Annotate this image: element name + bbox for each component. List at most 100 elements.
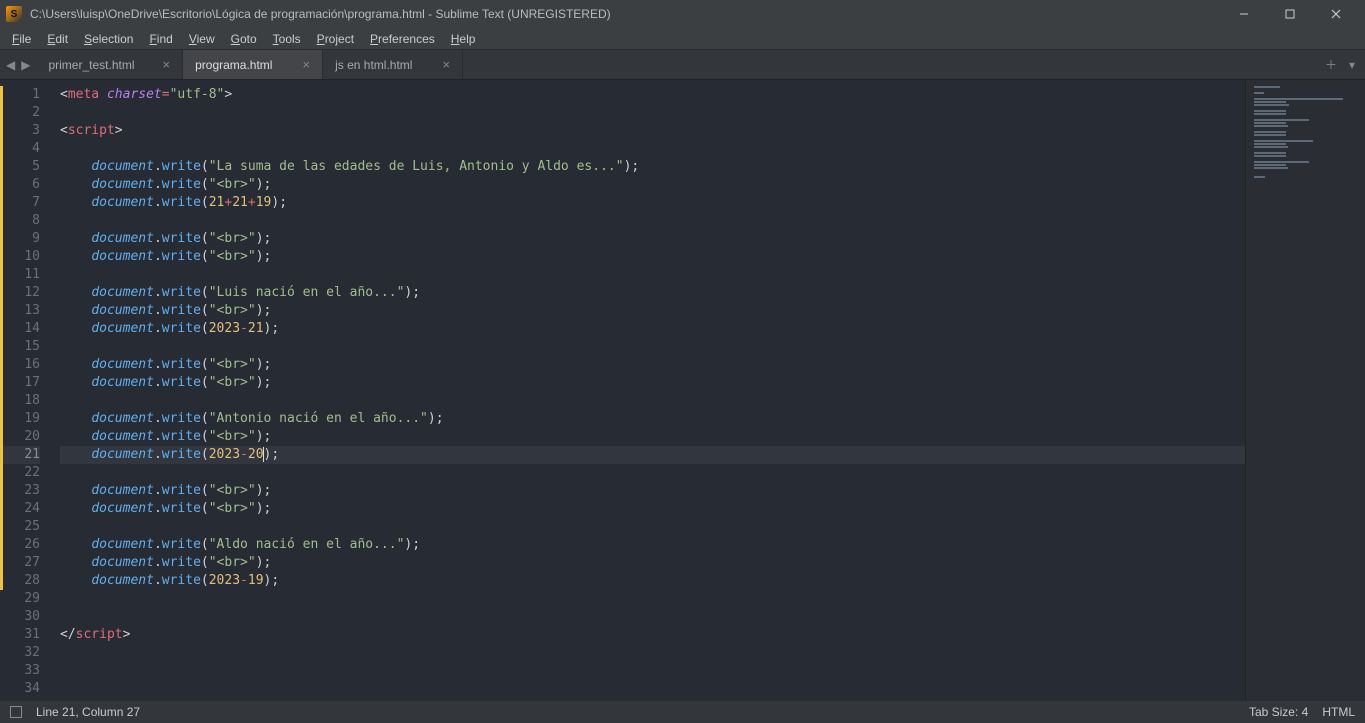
code-line[interactable]: document.write("<br>"); [60,248,1245,266]
code-line[interactable]: document.write(2023-20); [60,446,1245,464]
line-number[interactable]: 13 [0,302,40,320]
code-line[interactable]: document.write("<br>"); [60,554,1245,572]
tab-prev-icon[interactable]: ◀ [6,58,15,72]
code-line[interactable] [60,590,1245,608]
code-line[interactable]: document.write("<br>"); [60,374,1245,392]
code-line[interactable]: document.write("<br>"); [60,302,1245,320]
line-number[interactable]: 10 [0,248,40,266]
code-line[interactable] [60,392,1245,410]
code-editor[interactable]: <meta charset="utf-8"> <script> document.… [50,80,1245,701]
tab-close-icon[interactable]: × [163,57,171,72]
line-number[interactable]: 21 [0,446,40,464]
menu-goto[interactable]: Goto [223,30,265,48]
line-number[interactable]: 1 [0,86,40,104]
line-number[interactable]: 14 [0,320,40,338]
code-line[interactable]: document.write("<br>"); [60,176,1245,194]
line-number[interactable]: 18 [0,392,40,410]
minimap[interactable] [1245,80,1365,701]
minimize-button[interactable] [1221,0,1267,28]
line-number[interactable]: 31 [0,626,40,644]
code-line[interactable]: document.write(2023-19); [60,572,1245,590]
code-line[interactable]: document.write(21+21+19); [60,194,1245,212]
menu-view[interactable]: View [181,30,223,48]
line-number[interactable]: 32 [0,644,40,662]
new-tab-icon[interactable]: ＋ [1325,56,1337,73]
line-gutter[interactable]: 1234567891011121314151617181920212223242… [0,80,50,701]
code-line[interactable]: document.write("Antonio nació en el año.… [60,410,1245,428]
line-number[interactable]: 3 [0,122,40,140]
line-number[interactable]: 7 [0,194,40,212]
tab-next-icon[interactable]: ▶ [21,58,30,72]
tab-close-icon[interactable]: × [443,57,451,72]
code-line[interactable] [60,104,1245,122]
line-number[interactable]: 6 [0,176,40,194]
code-line[interactable]: document.write("Luis nació en el año..."… [60,284,1245,302]
line-number[interactable]: 34 [0,680,40,698]
line-number[interactable]: 27 [0,554,40,572]
code-line[interactable] [60,518,1245,536]
menu-preferences[interactable]: Preferences [362,30,443,48]
code-line[interactable]: document.write(2023-21); [60,320,1245,338]
line-number[interactable]: 23 [0,482,40,500]
line-number[interactable]: 4 [0,140,40,158]
line-number[interactable]: 2 [0,104,40,122]
line-number[interactable]: 17 [0,374,40,392]
line-number[interactable]: 33 [0,662,40,680]
code-line[interactable] [60,644,1245,662]
menu-file[interactable]: File [4,30,39,48]
code-line[interactable] [60,464,1245,482]
code-line[interactable]: document.write("<br>"); [60,356,1245,374]
line-number[interactable]: 28 [0,572,40,590]
tab-menu-icon[interactable]: ▾ [1349,58,1355,72]
line-number[interactable]: 29 [0,590,40,608]
line-number[interactable]: 11 [0,266,40,284]
menu-edit[interactable]: Edit [39,30,76,48]
menu-tools[interactable]: Tools [265,30,309,48]
code-line[interactable]: <script> [60,122,1245,140]
line-number[interactable]: 24 [0,500,40,518]
line-number[interactable]: 15 [0,338,40,356]
tab-2[interactable]: js en html.html× [323,50,463,79]
line-number[interactable]: 25 [0,518,40,536]
line-number[interactable]: 22 [0,464,40,482]
tab-close-icon[interactable]: × [303,57,311,72]
code-line[interactable] [60,140,1245,158]
minimap-line [1254,119,1309,121]
code-line[interactable] [60,608,1245,626]
maximize-button[interactable] [1267,0,1313,28]
code-line[interactable]: document.write("<br>"); [60,500,1245,518]
code-line[interactable]: document.write("Aldo nació en el año..."… [60,536,1245,554]
code-line[interactable]: document.write("La suma de las edades de… [60,158,1245,176]
code-line[interactable] [60,680,1245,698]
line-number[interactable]: 8 [0,212,40,230]
code-line[interactable]: document.write("<br>"); [60,230,1245,248]
code-line[interactable] [60,266,1245,284]
line-number[interactable]: 16 [0,356,40,374]
menu-help[interactable]: Help [443,30,484,48]
status-syntax[interactable]: HTML [1322,705,1355,719]
line-number[interactable]: 30 [0,608,40,626]
code-line[interactable]: document.write("<br>"); [60,428,1245,446]
status-position[interactable]: Line 21, Column 27 [36,705,140,719]
panel-toggle-icon[interactable] [10,706,22,718]
code-line[interactable] [60,662,1245,680]
tab-1[interactable]: programa.html× [183,50,323,79]
menu-find[interactable]: Find [141,30,180,48]
code-line[interactable]: </script> [60,626,1245,644]
line-number[interactable]: 26 [0,536,40,554]
line-number[interactable]: 19 [0,410,40,428]
code-line[interactable] [60,338,1245,356]
titlebar: S C:\Users\luisp\OneDrive\Escritorio\Lóg… [0,0,1365,28]
line-number[interactable]: 5 [0,158,40,176]
menu-project[interactable]: Project [309,30,362,48]
line-number[interactable]: 20 [0,428,40,446]
tab-0[interactable]: primer_test.html× [36,50,183,79]
status-tab-size[interactable]: Tab Size: 4 [1249,705,1308,719]
code-line[interactable]: document.write("<br>"); [60,482,1245,500]
close-button[interactable] [1313,0,1359,28]
line-number[interactable]: 9 [0,230,40,248]
code-line[interactable]: <meta charset="utf-8"> [60,86,1245,104]
menu-selection[interactable]: Selection [76,30,141,48]
line-number[interactable]: 12 [0,284,40,302]
code-line[interactable] [60,212,1245,230]
